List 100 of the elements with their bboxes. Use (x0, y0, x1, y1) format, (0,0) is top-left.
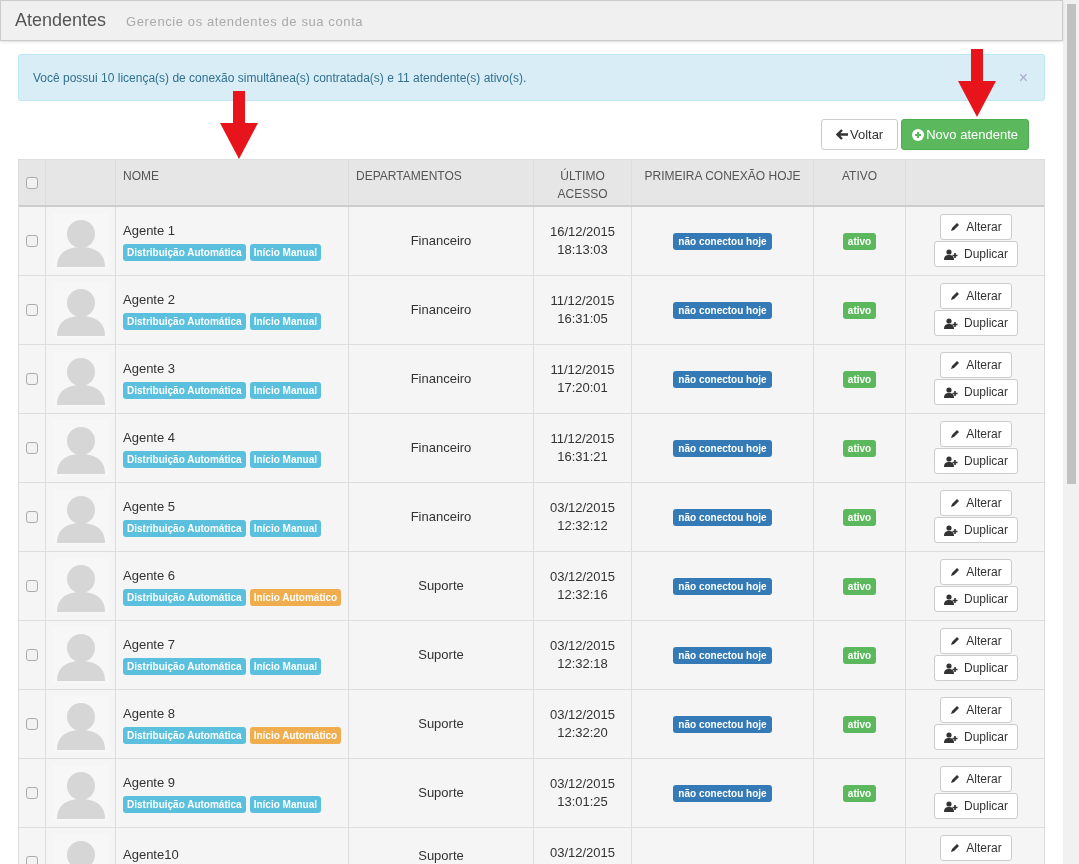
tag: Distribuição Automática (123, 657, 246, 675)
tag: Início Automático (249, 726, 342, 744)
connection-label: não conectou hoje (673, 301, 772, 319)
agent-name: Agente10 (123, 846, 180, 864)
tag: Início Manual (249, 519, 321, 537)
edit-button[interactable]: Alterar (940, 697, 1012, 723)
checkbox[interactable] (26, 304, 38, 316)
connection-label: não conectou hoje (673, 232, 772, 250)
arrow-left-icon (835, 129, 848, 140)
checkbox[interactable] (26, 235, 38, 247)
add-user-icon (944, 593, 958, 605)
alert-text: Você possui 10 licença(s) de conexão simultânea(s) contratada(s) e 11 atendente(s) ativo(s). (33, 69, 527, 87)
agent-name: Agente 6 (123, 567, 177, 586)
page-title: Atendentes (15, 9, 107, 32)
edit-button[interactable]: Alterar (940, 835, 1012, 861)
add-user-icon (944, 731, 958, 743)
connection-label: não conectou hoje (673, 439, 772, 457)
tag: Distribuição Automática (123, 795, 246, 813)
checkbox[interactable] (26, 718, 38, 730)
add-user-icon (944, 317, 958, 329)
edit-button[interactable]: Alterar (940, 628, 1012, 654)
checkbox[interactable] (26, 511, 38, 523)
access-date: 03/12/2015 (549, 844, 616, 862)
tag: Início Manual (249, 312, 321, 330)
pencil-icon (950, 774, 961, 784)
status-label: ativo (842, 508, 877, 526)
pencil-icon (950, 222, 961, 232)
add-user-icon (944, 662, 958, 674)
edit-button[interactable]: Alterar (940, 421, 1012, 447)
access-date: 03/12/2015 (549, 568, 616, 586)
edit-button[interactable]: Alterar (940, 283, 1012, 309)
department: Suporte (418, 784, 464, 803)
department: Financeiro (410, 370, 472, 389)
duplicate-button[interactable]: Duplicar (934, 793, 1018, 819)
duplicate-button[interactable]: Duplicar (934, 517, 1018, 543)
tag: Início Manual (249, 243, 321, 261)
column-header: PRIMEIRA CONEXÃO HOJE (644, 168, 801, 185)
edit-button[interactable]: Alterar (940, 352, 1012, 378)
back-button[interactable]: Voltar (820, 119, 899, 150)
pencil-icon (950, 429, 961, 439)
department: Financeiro (410, 301, 472, 320)
connection-label: não conectou hoje (673, 370, 772, 388)
checkbox[interactable] (26, 176, 38, 189)
access-time: 16:31:21 (557, 448, 608, 466)
access-time: 13:01:25 (557, 793, 608, 811)
tag: Distribuição Automática (123, 243, 246, 261)
pencil-icon (950, 360, 961, 370)
column-header: NOME (123, 168, 159, 185)
add-user-icon (944, 800, 958, 812)
duplicate-button[interactable]: Duplicar (934, 724, 1018, 750)
duplicate-button[interactable]: Duplicar (934, 655, 1018, 681)
add-user-icon (944, 386, 958, 398)
add-user-icon (944, 455, 958, 467)
agent-name: Agente 3 (123, 360, 177, 379)
duplicate-button[interactable]: Duplicar (934, 586, 1018, 612)
checkbox[interactable] (26, 373, 38, 385)
add-user-icon (944, 248, 958, 260)
edit-button[interactable]: Alterar (940, 214, 1012, 240)
edit-button[interactable]: Alterar (940, 766, 1012, 792)
edit-button[interactable]: Alterar (940, 559, 1012, 585)
checkbox[interactable] (26, 787, 38, 799)
status-label: ativo (842, 439, 877, 457)
column-header: DEPARTAMENTOS (356, 168, 462, 185)
agent-name: Agente 4 (123, 429, 177, 448)
duplicate-button[interactable]: Duplicar (934, 310, 1018, 336)
agent-name: Agente 1 (123, 222, 177, 241)
tag: Distribuição Automática (123, 450, 246, 468)
tag: Distribuição Automática (123, 381, 246, 399)
pencil-icon (950, 498, 961, 508)
department: Financeiro (410, 232, 472, 251)
agent-name: Agente 9 (123, 774, 177, 793)
status-label: ativo (842, 784, 877, 802)
edit-button[interactable]: Alterar (940, 490, 1012, 516)
access-date: 03/12/2015 (549, 775, 616, 793)
agent-name: Agente 2 (123, 291, 177, 310)
tag: Início Manual (249, 795, 321, 813)
status-label: ativo (842, 577, 877, 595)
tag: Início Automático (249, 588, 342, 606)
pencil-icon (950, 705, 961, 715)
checkbox[interactable] (26, 442, 38, 454)
connection-label: não conectou hoje (673, 508, 772, 526)
department: Suporte (418, 715, 464, 734)
connection-label: não conectou hoje (673, 646, 772, 664)
tag: Distribuição Automática (123, 312, 246, 330)
access-time: 12:32:12 (557, 517, 608, 535)
agent-name: Agente 5 (123, 498, 177, 517)
agent-name: Agente 7 (123, 636, 177, 655)
pencil-icon (950, 636, 961, 646)
access-date: 03/12/2015 (549, 499, 616, 517)
checkbox[interactable] (26, 580, 38, 592)
scrollbar[interactable] (1063, 0, 1079, 864)
duplicate-button[interactable]: Duplicar (934, 241, 1018, 267)
status-label: ativo (842, 646, 877, 664)
checkbox[interactable] (26, 649, 38, 661)
tag: Início Manual (249, 381, 321, 399)
access-time: 16:31:05 (557, 310, 608, 328)
duplicate-button[interactable]: Duplicar (934, 379, 1018, 405)
tag: Distribuição Automática (123, 588, 246, 606)
duplicate-button[interactable]: Duplicar (934, 448, 1018, 474)
department: Suporte (418, 646, 464, 665)
